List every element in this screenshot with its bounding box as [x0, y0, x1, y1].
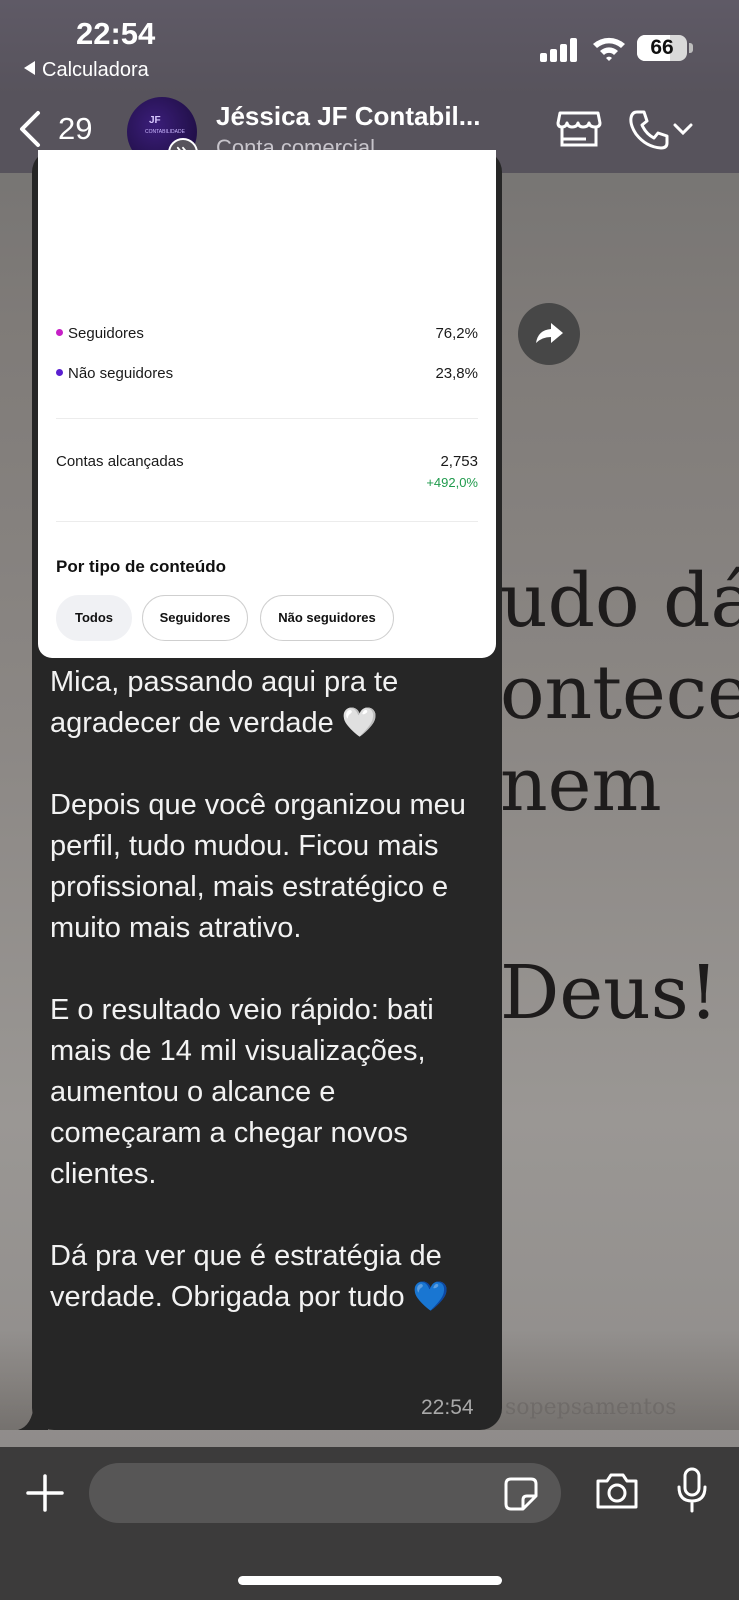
message-paragraph: Depois que você organizou meu perfil, tu…	[50, 789, 466, 944]
back-app-label: Calculadora	[42, 59, 149, 81]
home-indicator	[238, 1576, 502, 1585]
bubble-tail	[18, 1404, 48, 1430]
forward-button[interactable]	[518, 303, 580, 365]
battery-tip	[689, 43, 693, 53]
wifi-icon	[593, 37, 625, 61]
wallpaper-small-text: sopepsamentos	[505, 1395, 677, 1420]
legend-label: Não seguidores	[68, 365, 174, 382]
store-icon[interactable]	[556, 109, 602, 149]
legend-label: Seguidores	[68, 325, 144, 342]
avatar-logo-text: JF	[149, 115, 161, 126]
forward-arrow-icon	[536, 323, 563, 343]
legend-dot	[56, 329, 63, 336]
content-type-title: Por tipo de conteúdo	[56, 557, 226, 576]
microphone-icon[interactable]	[676, 1467, 708, 1513]
message-paragraph: Dá pra ver que é estratégia de verdade. …	[50, 1240, 449, 1313]
wallpaper-text-line: udo dá	[500, 558, 739, 644]
legend-value: 76,2%	[435, 325, 478, 342]
phone-icon[interactable]	[628, 109, 670, 151]
legend-row-followers: Seguidores 76,2%	[56, 325, 478, 342]
reach-value: 2,753	[440, 453, 478, 470]
message-timestamp: 22:54	[421, 1396, 474, 1419]
unread-count[interactable]: 29	[58, 111, 92, 147]
back-triangle-icon	[24, 61, 35, 75]
reach-label: Contas alcançadas	[56, 453, 184, 470]
back-to-app-link[interactable]: Calculadora	[24, 59, 149, 82]
reach-delta: +492,0%	[426, 475, 478, 490]
message-paragraph: Mica, passando aqui pra te agradecer de …	[50, 666, 399, 739]
avatar-logo-subtext: CONTABILIDADE	[145, 129, 185, 135]
legend-dot	[56, 369, 63, 376]
chevron-left-icon[interactable]	[16, 109, 44, 149]
chip-todos: Todos	[56, 595, 132, 641]
sticker-icon[interactable]	[503, 1476, 539, 1512]
message-input[interactable]	[89, 1463, 561, 1523]
divider	[56, 521, 478, 522]
chip-followers: Seguidores	[142, 595, 248, 641]
status-time: 22:54	[76, 16, 156, 51]
wallpaper-text-line: ontece.	[500, 650, 739, 736]
plus-icon[interactable]	[24, 1472, 66, 1514]
legend-row-non-followers: Não seguidores 23,8%	[56, 365, 478, 382]
cellular-signal-icon	[540, 38, 580, 62]
wallpaper-text-line: nem	[500, 742, 662, 828]
legend-value: 23,8%	[435, 365, 478, 382]
battery-indicator: 66	[637, 35, 687, 61]
battery-level: 66	[650, 36, 674, 59]
message-paragraph: E o resultado veio rápido: bati mais de …	[50, 994, 434, 1190]
reached-accounts-row: Contas alcançadas 2,753 +492,0%	[56, 453, 478, 490]
status-bar: 22:54 Calculadora 66	[0, 0, 739, 95]
chevron-down-icon[interactable]	[672, 121, 694, 137]
camera-icon[interactable]	[594, 1471, 640, 1511]
message-text: Mica, passando aqui pra te agradecer de …	[50, 662, 490, 1318]
wallpaper-text-line: Deus!	[500, 950, 719, 1036]
chip-non-followers: Não seguidores	[260, 595, 394, 641]
contact-name[interactable]: Jéssica JF Contabil...	[216, 101, 480, 132]
shared-screenshot-card[interactable]: Seguidores 76,2% Não seguidores 23,8% Co…	[38, 150, 496, 658]
divider	[56, 418, 478, 419]
